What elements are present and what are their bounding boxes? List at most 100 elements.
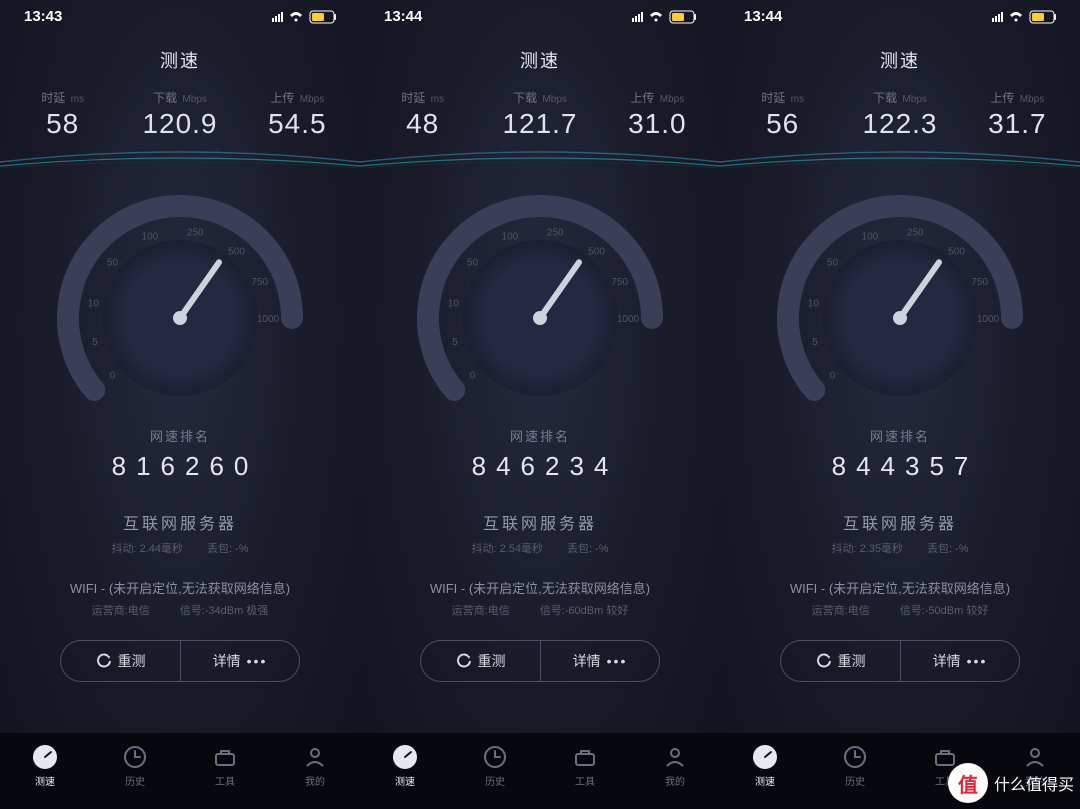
download-label: 下载 Mbps	[122, 89, 238, 106]
tab-2[interactable]: 工具	[572, 744, 598, 788]
tab-label: 历史	[485, 773, 505, 788]
status-icons	[632, 10, 702, 24]
tab-label: 历史	[125, 773, 145, 788]
tab-1[interactable]: 历史	[482, 744, 508, 788]
download-metric: 下载 Mbps 120.9	[122, 89, 238, 140]
svg-text:750: 750	[251, 277, 268, 288]
metrics-row: 时延 ms 58 下载 Mbps 120.9 上传 Mbps 54.5	[0, 89, 360, 140]
ping-value: 56	[725, 108, 841, 140]
svg-text:1000: 1000	[977, 314, 1000, 325]
speed-gauge: 0510501002505007501000	[50, 188, 310, 418]
ellipsis-icon: •••	[247, 653, 268, 669]
details-button[interactable]: 详情 •••	[900, 640, 1020, 682]
tab-label: 我的	[305, 773, 325, 788]
tab-3[interactable]: 我的	[662, 744, 688, 788]
svg-text:10: 10	[88, 299, 100, 310]
wifi-info-line: WIFI - (未开启定位,无法获取网络信息)	[0, 578, 360, 597]
toolbox-icon	[212, 744, 238, 770]
signal-text: 信号:-60dBm 较好	[540, 602, 629, 618]
svg-text:750: 750	[611, 277, 628, 288]
details-label: 详情	[933, 651, 961, 671]
watermark-badge-icon: 值	[948, 763, 988, 803]
divider-swoosh	[720, 148, 1080, 170]
loss-text: 丢包: -%	[207, 540, 249, 556]
retest-button[interactable]: 重测	[420, 640, 540, 682]
status-right	[272, 10, 342, 24]
wifi-info-line: WIFI - (未开启定位,无法获取网络信息)	[360, 578, 720, 597]
status-time: 13:44	[744, 8, 782, 25]
upload-metric: 上传 Mbps 54.5	[239, 89, 355, 140]
download-label: 下载 Mbps	[842, 89, 958, 106]
loss-text: 丢包: -%	[927, 540, 969, 556]
signal-text: 信号:-50dBm 较好	[900, 602, 989, 618]
upload-value: 54.5	[239, 108, 355, 140]
gauge-tab-icon	[392, 744, 418, 770]
rank-value: 816260	[0, 451, 360, 482]
status-right	[992, 10, 1062, 24]
ping-label: 时延 ms	[5, 89, 121, 106]
tab-1[interactable]: 历史	[122, 744, 148, 788]
status-bar: 13:43	[0, 0, 360, 29]
tab-label: 测速	[395, 773, 415, 788]
status-bar: 13:44	[720, 0, 1080, 29]
tab-2[interactable]: 工具	[212, 744, 238, 788]
gauge-tab-icon	[32, 744, 58, 770]
svg-text:50: 50	[107, 257, 119, 268]
tab-0[interactable]: 测速	[752, 744, 778, 788]
svg-text:100: 100	[502, 231, 519, 242]
carrier-text: 运营商:电信	[452, 602, 510, 618]
wifi-area: WIFI - (未开启定位,无法获取网络信息) 运营商:电信 信号:-34dBm…	[0, 578, 360, 618]
tab-label: 工具	[215, 773, 235, 788]
jitter-text: 抖动: 2.35毫秒	[831, 540, 903, 556]
svg-text:50: 50	[467, 257, 479, 268]
svg-text:10: 10	[808, 299, 820, 310]
rank-label: 网速排名	[0, 426, 360, 445]
upload-value: 31.0	[599, 108, 715, 140]
tab-label: 工具	[575, 773, 595, 788]
svg-text:250: 250	[547, 227, 564, 238]
retest-button[interactable]: 重测	[60, 640, 180, 682]
carrier-text: 运营商:电信	[92, 602, 150, 618]
retest-button[interactable]: 重测	[780, 640, 900, 682]
details-button[interactable]: 详情 •••	[180, 640, 300, 682]
metrics-row: 时延 ms 48 下载 Mbps 121.7 上传 Mbps 31.0	[360, 89, 720, 140]
tab-1[interactable]: 历史	[842, 744, 868, 788]
svg-text:100: 100	[142, 231, 159, 242]
tab-label: 我的	[665, 773, 685, 788]
svg-text:1000: 1000	[617, 314, 640, 325]
tab-label: 测速	[35, 773, 55, 788]
svg-text:750: 750	[971, 277, 988, 288]
ping-label: 时延 ms	[365, 89, 481, 106]
rank-value: 846234	[360, 451, 720, 482]
redo-icon	[456, 653, 472, 669]
svg-text:1000: 1000	[257, 314, 280, 325]
svg-text:100: 100	[862, 231, 879, 242]
status-time: 13:43	[24, 8, 62, 25]
upload-label: 上传 Mbps	[239, 89, 355, 106]
wifi-area: WIFI - (未开启定位,无法获取网络信息) 运营商:电信 信号:-50dBm…	[720, 578, 1080, 618]
svg-text:5: 5	[452, 337, 458, 348]
svg-text:0: 0	[470, 371, 476, 382]
ping-metric: 时延 ms 58	[5, 89, 121, 140]
tab-0[interactable]: 测速	[32, 744, 58, 788]
server-area: 互联网服务器 抖动: 2.44毫秒 丢包: -%	[0, 510, 360, 556]
upload-value: 31.7	[959, 108, 1075, 140]
ellipsis-icon: •••	[607, 653, 628, 669]
details-button[interactable]: 详情 •••	[540, 640, 660, 682]
watermark-text: 什么值得买	[994, 771, 1074, 795]
tab-0[interactable]: 测速	[392, 744, 418, 788]
screen-1: 13:43 测速 时延 ms 58 下载 Mbps 120.9	[0, 0, 360, 809]
redo-icon	[96, 653, 112, 669]
rank-area: 网速排名 846234	[360, 426, 720, 482]
upload-label: 上传 Mbps	[599, 89, 715, 106]
status-time: 13:44	[384, 8, 422, 25]
retest-label: 重测	[838, 651, 866, 671]
wifi-area: WIFI - (未开启定位,无法获取网络信息) 运营商:电信 信号:-60dBm…	[360, 578, 720, 618]
server-area: 互联网服务器 抖动: 2.54毫秒 丢包: -%	[360, 510, 720, 556]
retest-label: 重测	[118, 651, 146, 671]
tab-3[interactable]: 我的	[302, 744, 328, 788]
details-label: 详情	[213, 651, 241, 671]
download-metric: 下载 Mbps 121.7	[482, 89, 598, 140]
status-icons	[272, 10, 342, 24]
action-buttons: 重测 详情 •••	[720, 640, 1080, 682]
